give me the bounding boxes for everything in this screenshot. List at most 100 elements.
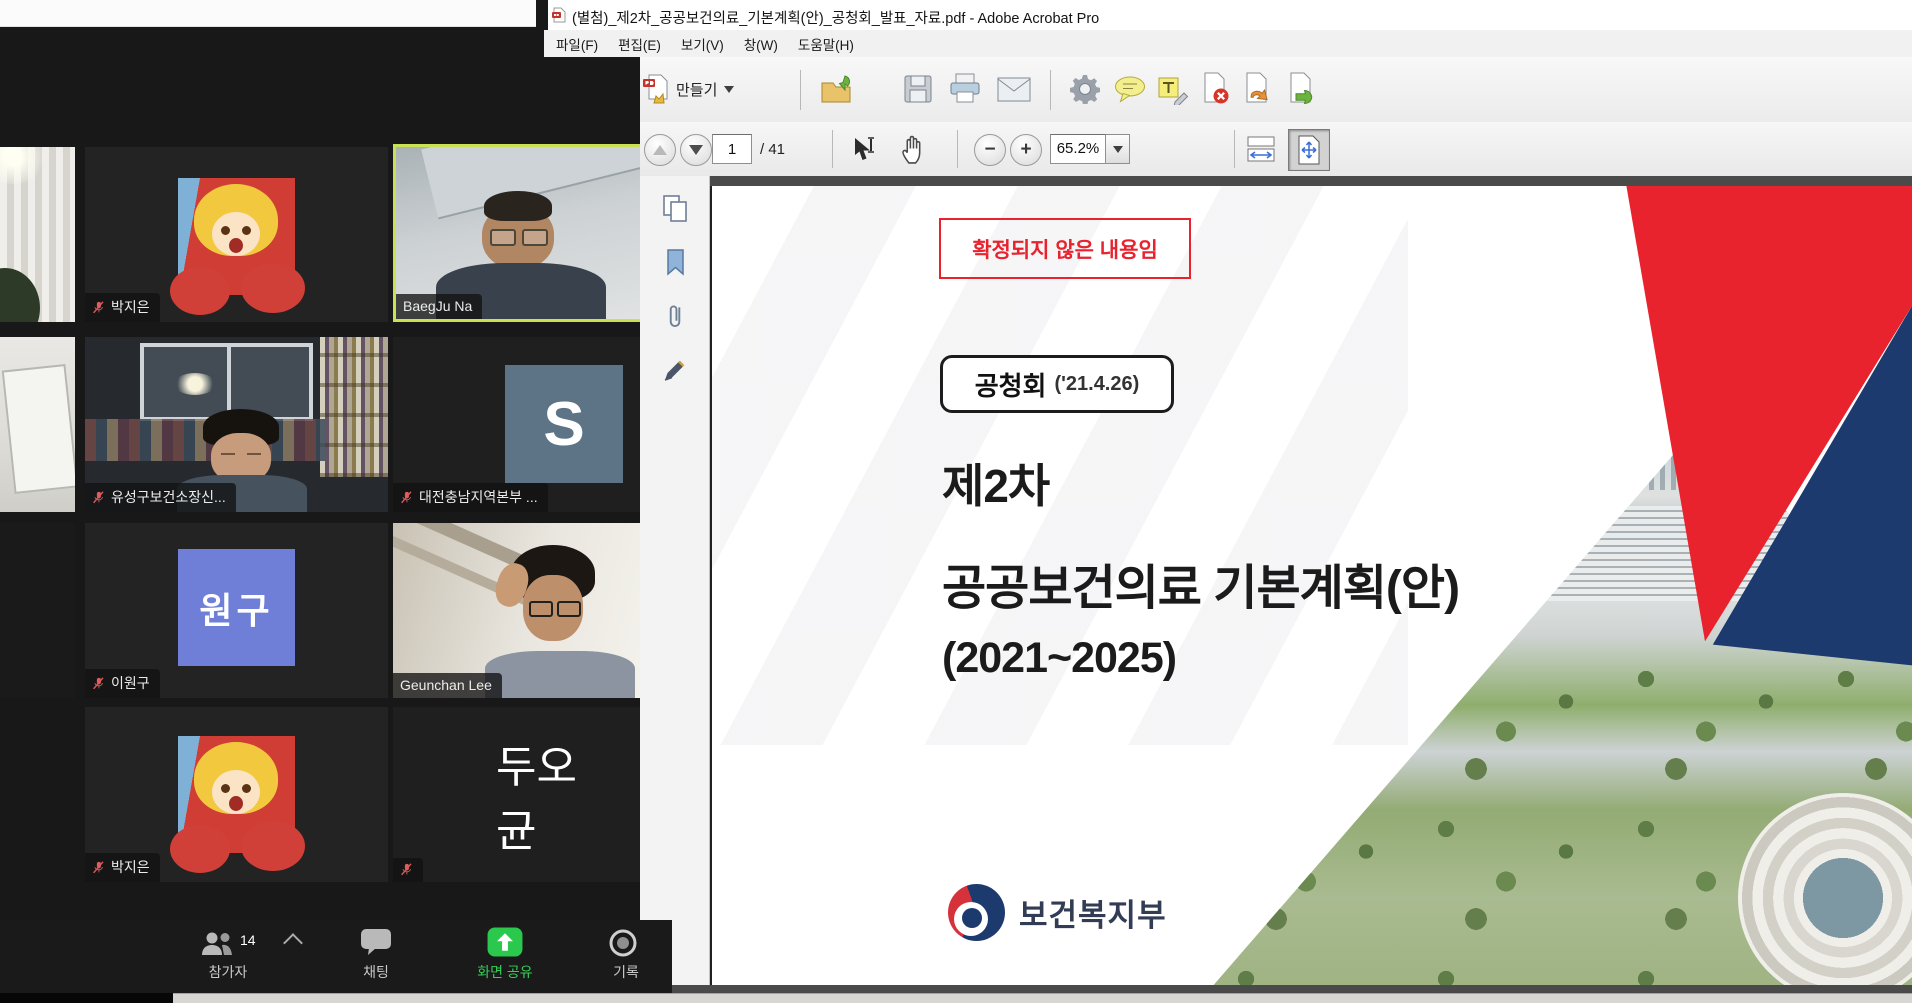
- participant-tile-partial[interactable]: [0, 337, 75, 512]
- menu-edit[interactable]: 편집(E): [608, 30, 671, 58]
- participant-tile-partial[interactable]: [0, 147, 75, 322]
- zoom-controls-bar: 14 참가자 채팅 화면 공유 기록: [0, 920, 672, 993]
- zoom-in-button[interactable]: +: [1010, 134, 1042, 166]
- signature-pen-icon: [662, 357, 688, 383]
- participant-name: 이원구: [111, 673, 150, 693]
- slide-title-line2: 공공보건의료 기본계획(안): [942, 548, 1459, 618]
- participant-tile[interactable]: 두오균: [393, 707, 640, 882]
- rotate-pages-button[interactable]: [1242, 72, 1272, 105]
- hand-tool-button[interactable]: [900, 134, 928, 165]
- participants-label[interactable]: 참가자: [188, 962, 268, 982]
- attachments-button[interactable]: [659, 300, 691, 332]
- next-page-button[interactable]: [680, 134, 712, 166]
- slide-watermark-box: 확정되지 않은 내용임: [939, 218, 1191, 279]
- menu-help[interactable]: 도움말(H): [788, 30, 864, 58]
- save-button[interactable]: [903, 74, 933, 104]
- open-folder-icon: [820, 74, 854, 104]
- bookmarks-button[interactable]: [659, 246, 691, 278]
- select-tool-icon: [852, 135, 879, 165]
- slide-event-badge: 공청회 ('21.4.26): [940, 355, 1174, 413]
- taskbar-dark-segment[interactable]: [0, 993, 173, 1003]
- participant-tile[interactable]: 유성구보건소장신...: [85, 337, 388, 512]
- participants-icon: [200, 930, 234, 956]
- select-tool-button[interactable]: [852, 135, 879, 165]
- bookmark-icon: [664, 248, 687, 276]
- participant-name: 박지은: [111, 857, 150, 877]
- zoom-level-value[interactable]: 65.2%: [1050, 134, 1106, 164]
- page-number-input[interactable]: [712, 134, 752, 164]
- zoom-dropdown-button[interactable]: [1106, 134, 1130, 164]
- create-pdf-dropdown: [724, 86, 734, 93]
- video-face: [482, 205, 554, 269]
- mic-muted-icon: [92, 490, 105, 505]
- chat-label[interactable]: 채팅: [340, 962, 412, 982]
- text-edit-button[interactable]: [1158, 74, 1189, 105]
- slide-title-line1: 제2차: [942, 450, 1049, 516]
- open-button[interactable]: [820, 74, 854, 104]
- record-button[interactable]: [608, 928, 638, 963]
- name-label: Geunchan Lee: [393, 673, 502, 698]
- fit-width-icon: [1246, 136, 1276, 163]
- menu-file[interactable]: 파일(F): [546, 30, 608, 58]
- doc-delete-icon: [1200, 72, 1230, 105]
- scroll-mode-button[interactable]: [1246, 136, 1276, 163]
- create-pdf-button[interactable]: 만들기: [642, 74, 734, 104]
- delete-pages-button[interactable]: [1200, 72, 1230, 105]
- gear-icon: [1070, 74, 1100, 104]
- mic-muted-icon: [92, 300, 105, 315]
- name-label: 박지은: [85, 293, 160, 322]
- menu-window[interactable]: 창(W): [734, 30, 788, 58]
- create-pdf-label: 만들기: [676, 79, 717, 100]
- video-shoulders: [485, 651, 635, 698]
- name-label: 유성구보건소장신...: [85, 483, 236, 512]
- zoom-out-button[interactable]: −: [974, 134, 1006, 166]
- previous-page-button[interactable]: [644, 134, 676, 166]
- page-thumbnails-icon: [662, 194, 689, 223]
- document-canvas-gap: [710, 176, 1912, 186]
- participant-name: BaegJu Na: [403, 298, 472, 314]
- avatar-face: [212, 770, 260, 814]
- participants-button[interactable]: [200, 930, 234, 956]
- share-screen-label[interactable]: 화면 공유: [455, 962, 555, 982]
- avatar: [178, 736, 295, 853]
- pdf-page[interactable]: 확정되지 않은 내용임 공청회 ('21.4.26) 제2차 공공보건의료 기본…: [712, 186, 1912, 985]
- menu-view[interactable]: 보기(V): [671, 30, 734, 58]
- fit-page-button[interactable]: [1288, 129, 1330, 171]
- video-face: [523, 575, 583, 641]
- doc-rotate-icon: [1242, 72, 1272, 105]
- print-icon: [949, 73, 981, 104]
- taskbar[interactable]: [173, 993, 1912, 1003]
- participants-count: 14: [240, 932, 256, 948]
- screen: 박지은 BaegJu Na: [0, 0, 1912, 1003]
- avatar: [178, 178, 295, 295]
- signatures-button[interactable]: [659, 354, 691, 386]
- participant-tile[interactable]: 박지은: [85, 147, 388, 322]
- participant-tile[interactable]: 박지은: [85, 707, 388, 882]
- participants-chevron[interactable]: [286, 936, 300, 950]
- comment-button[interactable]: [1114, 76, 1146, 103]
- export-button[interactable]: [1286, 72, 1316, 105]
- participant-tile-partial[interactable]: [0, 523, 75, 698]
- mic-muted-icon: [400, 862, 413, 877]
- participant-tile-active-speaker[interactable]: BaegJu Na: [393, 144, 640, 322]
- acrobat-menubar: 파일(F) 편집(E) 보기(V) 창(W) 도움말(H): [544, 30, 1912, 57]
- acrobat-titlebar[interactable]: (별첨)_제2차_공공보건의료_기본계획(안)_공청회_발표_자료.pdf - …: [548, 0, 1912, 30]
- share-screen-button[interactable]: [484, 926, 526, 963]
- chat-button[interactable]: [360, 928, 392, 961]
- acrobat-nav-toolbar: / 41 − + 65.2%: [640, 122, 1912, 177]
- save-icon: [903, 74, 933, 104]
- participant-tile[interactable]: S 대전충남지역본부 ...: [393, 337, 640, 512]
- record-label[interactable]: 기록: [598, 962, 654, 982]
- page-thumbnails-button[interactable]: [659, 192, 691, 224]
- zoom-titlebar[interactable]: [0, 0, 536, 27]
- participant-tile[interactable]: 원구 이원구: [85, 523, 388, 698]
- preferences-button[interactable]: [1070, 74, 1100, 104]
- participant-tile[interactable]: Geunchan Lee: [393, 523, 640, 698]
- print-button[interactable]: [949, 73, 981, 104]
- email-button[interactable]: [997, 77, 1031, 102]
- chat-icon: [360, 928, 392, 956]
- share-screen-icon: [484, 926, 526, 958]
- create-pdf-icon: [642, 74, 670, 104]
- name-label: 박지은: [85, 853, 160, 882]
- avatar-face: [212, 212, 260, 256]
